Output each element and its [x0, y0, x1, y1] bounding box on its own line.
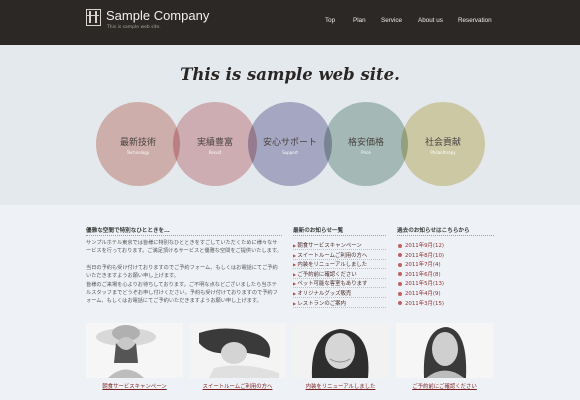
archive-item[interactable]: 2011年5月(13) [398, 279, 444, 287]
intro-paragraph: 当日の予約も受け付けておりますのでご予約フォーム、もしくはお電話にてご予約いただ… [86, 265, 278, 279]
dot-bullet-icon [398, 272, 402, 277]
divider [293, 306, 386, 308]
company-tagline: This is sample web site. [107, 25, 161, 30]
archive-item-label: 2011年3月(15) [405, 300, 444, 307]
hero-title: This is sample web site. [180, 65, 400, 84]
site-header: Sample Company This is sample web site. … [0, 0, 580, 45]
dot-bullet-icon [398, 291, 402, 296]
circle-label: 格安価格 [347, 138, 384, 148]
dot-bullet-icon [398, 301, 402, 306]
hero-banner: This is sample web site. [0, 45, 580, 205]
news-heading: 最新のお知らせ一覧 [293, 228, 344, 234]
news-item[interactable]: ▶ オリジナルグッズ販売 [293, 289, 351, 297]
photo-woman-lying[interactable] [189, 323, 286, 378]
photo-caption[interactable]: ご予約前にご確認ください [396, 382, 493, 390]
circle-sublabel: Philanthropy [430, 150, 456, 155]
intro-paragraph: 皆様のご来場を心よりお待ちしております。ご不明な点などございましたら当ホテルスタ… [86, 282, 278, 304]
archive-item[interactable]: 2011年8月(10) [398, 251, 444, 259]
nav-plan[interactable]: Plan [353, 17, 366, 24]
circle-label: 社会貢献 [424, 138, 461, 148]
nav-reservation[interactable]: Reservation [458, 17, 492, 24]
news-item[interactable]: ▶ ご予約前に確認ください [293, 270, 357, 278]
circle-label: 実績豊富 [196, 138, 233, 148]
archive-item-label: 2011年9月(12) [405, 243, 444, 249]
news-item[interactable]: ▶ 朝食サービスキャンペーン [293, 241, 362, 249]
photo-caption[interactable]: 朝食サービスキャンペーン [86, 382, 183, 390]
news-item[interactable]: ▶ 内装をリニューアルしました [293, 260, 367, 268]
divider [86, 235, 282, 236]
dot-bullet-icon [398, 262, 402, 267]
archive-item-label: 2011年4月(9) [405, 291, 441, 297]
circle-sublabel: Price [361, 150, 371, 155]
photo-woman-smiling[interactable] [292, 323, 389, 378]
dot-bullet-icon [398, 253, 402, 258]
archive-item[interactable]: 2011年7月(4) [398, 260, 441, 268]
dot-bullet-icon [398, 243, 402, 248]
circle-sublabel: Result [208, 150, 222, 155]
circle-sublabel: Technology [126, 150, 150, 155]
photo-woman-hat[interactable] [86, 323, 183, 378]
intro-heading: 優雅な空間で特別なひとときを… [86, 228, 170, 234]
circle-label: 最新技術 [119, 138, 156, 148]
news-item[interactable]: ▶ ペット可能な客室もあります [293, 279, 367, 287]
archive-item[interactable]: 2011年9月(12) [398, 241, 444, 249]
photo-caption[interactable]: 内装をリニューアルしました [292, 382, 389, 390]
photo-woman-portrait[interactable] [396, 323, 493, 378]
dot-bullet-icon [398, 281, 402, 286]
divider [293, 235, 386, 236]
archive-item[interactable]: 2011年6月(8) [398, 270, 441, 278]
photo-caption[interactable]: スイートルームご利用の方へ [189, 382, 286, 390]
nav-service[interactable]: Service [381, 17, 402, 24]
news-item[interactable]: ▶ スイートルームご利用の方へ [293, 251, 367, 259]
archive-item-label: 2011年6月(8) [405, 271, 441, 278]
archive-item[interactable]: 2011年4月(9) [398, 289, 441, 297]
film-strip-icon[interactable] [86, 9, 101, 26]
archive-item-label: 2011年7月(4) [405, 262, 441, 269]
archive-item[interactable]: 2011年3月(15) [398, 299, 444, 307]
company-name[interactable]: Sample Company [106, 8, 209, 23]
circle-label: 安心サポート [262, 138, 317, 148]
intro-paragraph: サンプルホテル東京では皆様に特別なひとときをすごしていただくために様々なサービス… [86, 240, 282, 254]
archive-item-label: 2011年5月(13) [405, 281, 444, 288]
archive-heading: 過去のお知らせはこちらから [397, 228, 470, 234]
nav-top[interactable]: Top [325, 17, 335, 24]
news-item[interactable]: ▶ レストランのご案内 [293, 299, 346, 307]
circle-sublabel: Support [282, 150, 298, 155]
archive-item-label: 2011年8月(10) [405, 252, 444, 259]
divider [397, 235, 494, 236]
nav-about-us[interactable]: About us [418, 17, 443, 24]
